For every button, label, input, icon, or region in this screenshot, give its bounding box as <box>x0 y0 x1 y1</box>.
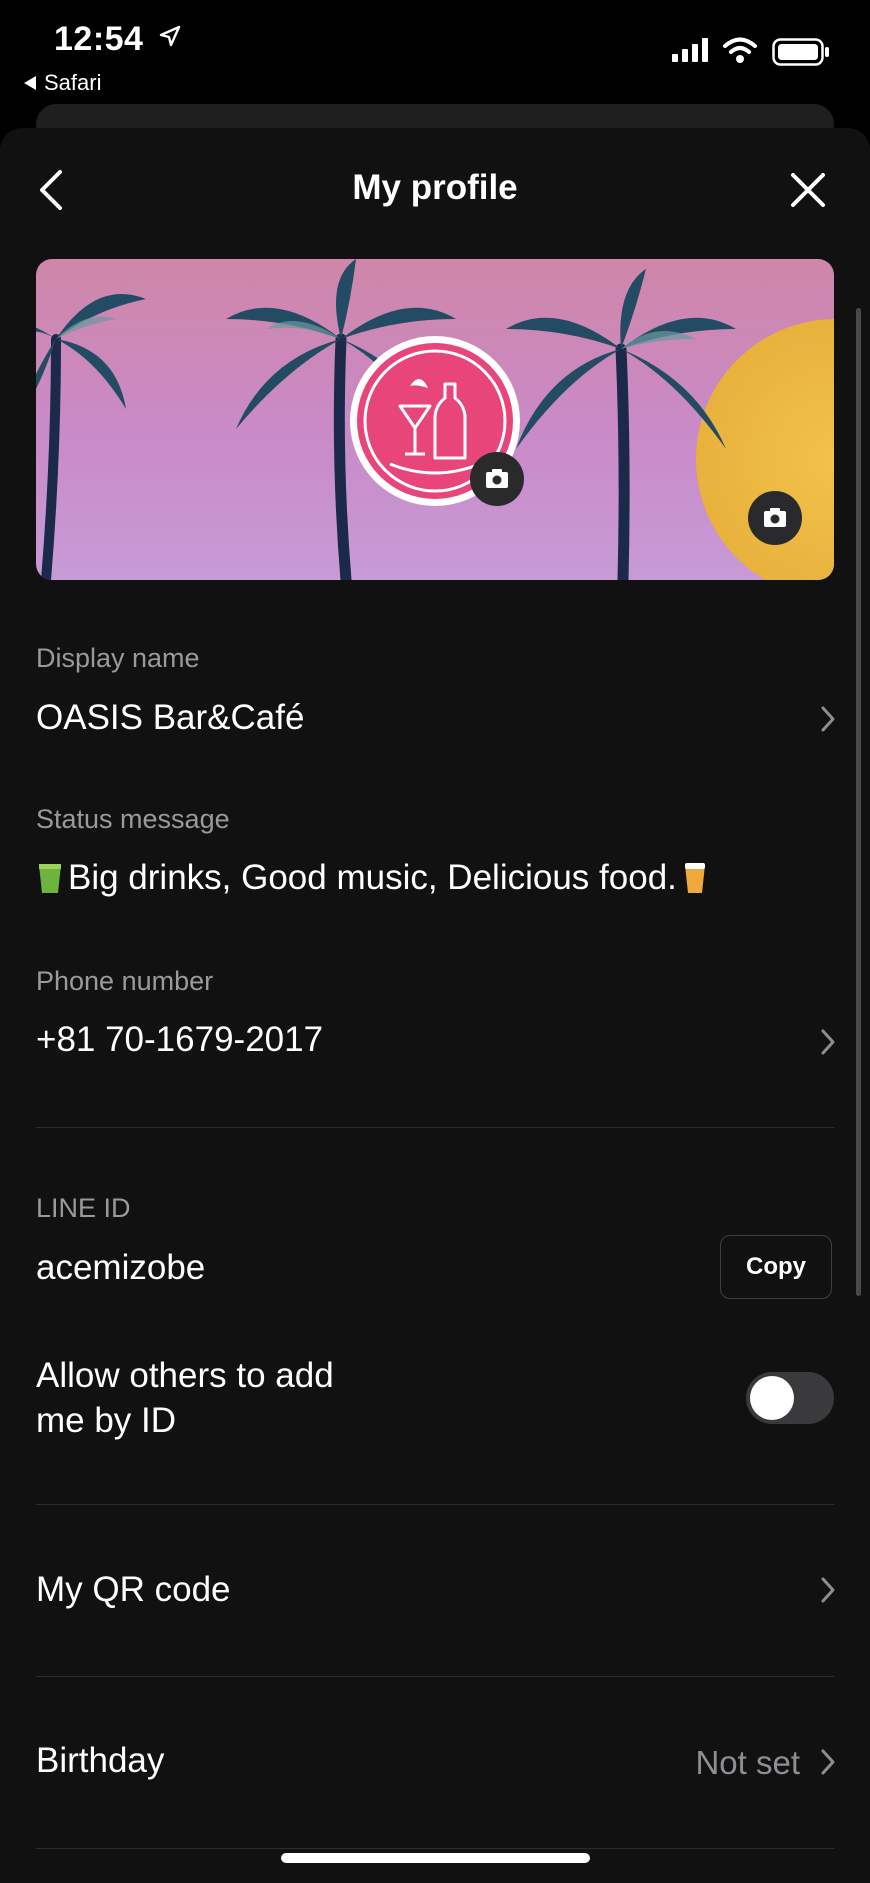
back-triangle-icon <box>24 76 36 90</box>
birthday-item[interactable]: Birthday <box>36 1741 164 1781</box>
divider <box>36 1848 834 1849</box>
allow-label-line1: Allow others to add <box>36 1356 334 1395</box>
chevron-right-icon[interactable] <box>820 1576 836 1604</box>
camera-icon <box>764 508 786 527</box>
status-message-row[interactable]: Big drinks, Good music, Delicious food. <box>36 858 709 898</box>
phone-value[interactable]: +81 70-1679-2017 <box>36 1020 323 1060</box>
divider <box>36 1127 834 1128</box>
home-indicator[interactable] <box>281 1853 590 1863</box>
scrollbar[interactable] <box>856 308 861 1296</box>
line-id-label: LINE ID <box>36 1193 131 1223</box>
beer-glass-icon <box>684 863 705 893</box>
allow-add-by-id-toggle[interactable] <box>746 1372 834 1424</box>
cover-camera-button[interactable] <box>748 491 802 545</box>
battery-icon <box>772 38 829 66</box>
phone-label: Phone number <box>36 966 214 996</box>
chevron-right-icon[interactable] <box>820 1748 836 1776</box>
status-message-label: Status message <box>36 804 230 834</box>
allow-label-line2: me by ID <box>36 1401 177 1440</box>
my-qr-code-item[interactable]: My QR code <box>36 1570 231 1610</box>
close-icon[interactable] <box>790 172 826 208</box>
camera-icon <box>486 469 508 488</box>
copy-button[interactable]: Copy <box>720 1235 832 1299</box>
status-message-text: Big drinks, Good music, Delicious food. <box>68 858 677 897</box>
divider <box>36 1676 834 1677</box>
divider <box>36 1504 834 1505</box>
display-name-value[interactable]: OASIS Bar&Café <box>36 698 304 738</box>
back-to-safari[interactable]: Safari <box>24 70 101 96</box>
cover-image[interactable] <box>36 259 834 580</box>
status-time: 12:54 <box>54 20 144 58</box>
line-id-value: acemizobe <box>36 1248 206 1287</box>
display-name-label: Display name <box>36 643 200 673</box>
birthday-value: Not set <box>695 1744 800 1781</box>
toggle-knob <box>750 1376 794 1420</box>
chevron-right-icon[interactable] <box>820 1028 836 1056</box>
chevron-right-icon[interactable] <box>820 705 836 733</box>
wifi-icon <box>723 37 757 63</box>
green-drink-icon <box>39 864 61 893</box>
profile-camera-button[interactable] <box>470 452 524 506</box>
page-title: My profile <box>352 168 518 207</box>
cellular-signal-icon <box>672 38 708 62</box>
allow-add-by-id-label: Allow others to add me by ID <box>36 1353 334 1443</box>
location-arrow-icon <box>159 25 181 47</box>
back-app-label: Safari <box>44 70 102 95</box>
